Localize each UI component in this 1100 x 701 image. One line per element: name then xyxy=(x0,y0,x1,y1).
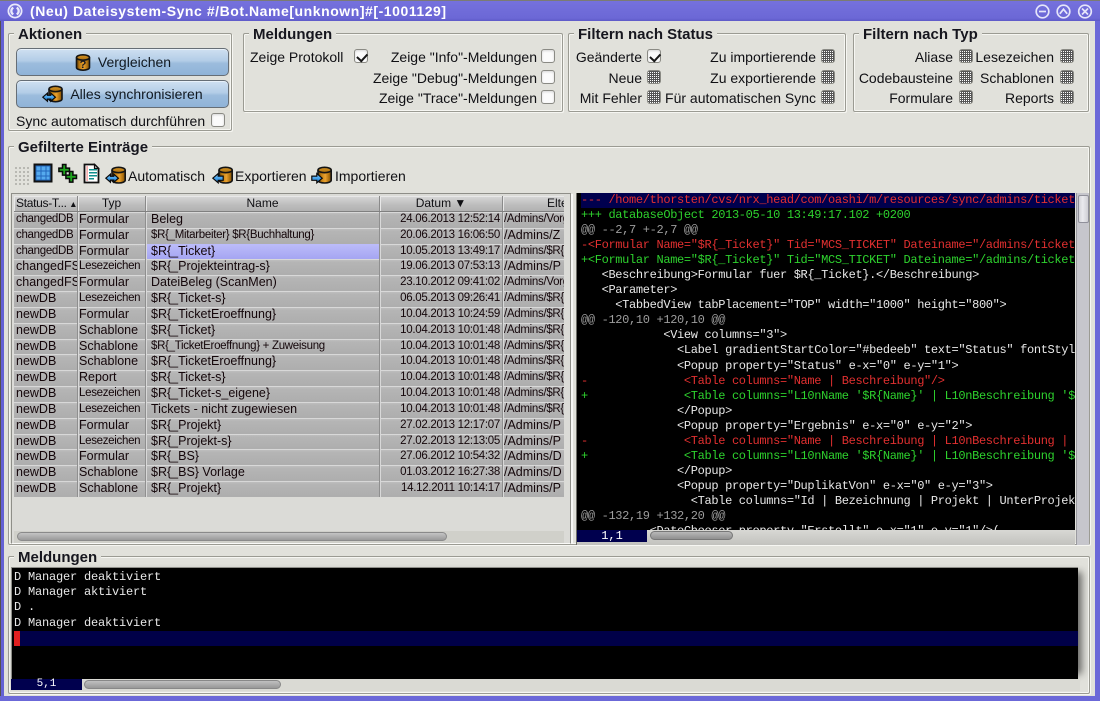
svg-text:?: ? xyxy=(80,59,87,71)
